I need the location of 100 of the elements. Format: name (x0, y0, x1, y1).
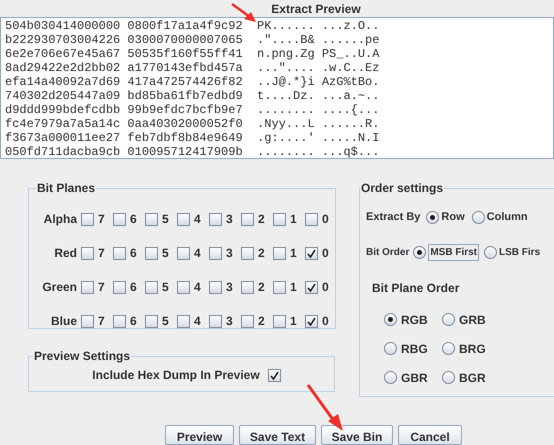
checkbox[interactable] (81, 280, 94, 294)
checkbox[interactable] (273, 280, 286, 294)
checkbox[interactable] (145, 212, 158, 226)
checkbox[interactable] (177, 314, 190, 328)
checkbox-label: 6 (130, 279, 137, 296)
checkbox-label: 6 (130, 211, 137, 228)
checkbox-label: 0 (322, 211, 329, 228)
checkbox-label: 2 (258, 313, 265, 330)
radio-button[interactable] (484, 246, 498, 258)
radio-button[interactable] (472, 210, 485, 224)
checkbox-label: 0 (322, 245, 329, 262)
panel-title: Preview Settings (33, 348, 132, 365)
checkbox-label: 7 (98, 245, 105, 262)
checkbox-label: 3 (226, 211, 233, 228)
radio-label: LSB Firs (499, 246, 540, 260)
checkbox[interactable] (273, 212, 286, 226)
radio-label: BRG (459, 340, 486, 358)
checkbox[interactable] (305, 212, 318, 226)
checkbox[interactable] (305, 280, 318, 294)
dialog-button[interactable]: Save Bin (321, 425, 393, 445)
checkbox-label: 7 (98, 211, 105, 228)
radio-label: RGB (401, 312, 428, 328)
preview-text-area[interactable] (0, 17, 554, 159)
checkbox[interactable] (113, 280, 126, 294)
checkbox[interactable] (177, 280, 190, 294)
section-label: Bit Plane Order (372, 280, 460, 296)
radio-button[interactable] (384, 371, 397, 384)
checkbox[interactable] (209, 280, 222, 294)
checkbox[interactable] (241, 212, 254, 226)
radio-button[interactable] (384, 313, 397, 326)
checkbox-label: 4 (194, 211, 201, 228)
text-line: b222930703004226 0300070000007065 ."....B& ......pe (5, 33, 380, 47)
checkbox[interactable] (273, 246, 286, 260)
radio-label: RBG (401, 340, 428, 358)
text-line: 8ad29422e2d2bb02 a1770143efbd457a ...".... .w.C..Ez (5, 61, 380, 75)
checkbox-label: 1 (290, 245, 297, 262)
text-line: 050fd711dacba9cb 010095712417909b ........ ...q$... (5, 145, 380, 158)
checkbox[interactable] (145, 280, 158, 294)
checkbox[interactable] (209, 314, 222, 328)
checkbox-label: 1 (290, 313, 297, 330)
checkbox[interactable] (209, 212, 222, 226)
checkbox[interactable] (113, 212, 126, 226)
checkbox[interactable] (177, 212, 190, 226)
text-line: 504b030414000000 0800f17a1a4f9c92 PK...... ...z.O.. (5, 19, 380, 33)
radio-label: Row (441, 210, 465, 225)
panel-title: Order settings (360, 180, 444, 197)
checkbox[interactable] (81, 246, 94, 260)
dialog-button[interactable]: Save Text (239, 425, 316, 445)
checkbox-label: 3 (226, 279, 233, 296)
checkbox[interactable] (113, 314, 126, 328)
checkbox[interactable] (81, 212, 94, 226)
checkbox-label: 5 (162, 211, 169, 228)
checkbox-label: 6 (130, 245, 137, 262)
text-line: d9ddd999bdefcdbb 99b9efdc7bcfb9e7 ........ ....{... (5, 103, 380, 117)
dialog-button[interactable]: Cancel (398, 425, 462, 445)
checkbox-label: 7 (98, 313, 105, 330)
checkbox[interactable] (145, 314, 158, 328)
checkbox[interactable] (305, 314, 318, 328)
radio-button[interactable] (384, 342, 397, 355)
checkbox-label: 2 (258, 245, 265, 262)
field-label: Extract By (366, 210, 420, 225)
checkbox[interactable] (145, 246, 158, 260)
checkbox[interactable] (177, 246, 190, 260)
text-line: f3673a000011ee27 feb7dbf8b84e9649 .g:....' .....N.I (5, 131, 380, 145)
checkbox-label: 3 (226, 245, 233, 262)
checkbox[interactable] (268, 368, 281, 382)
radio-button[interactable] (442, 371, 455, 384)
checkbox-label: 5 (162, 245, 169, 262)
checkbox-label: 0 (322, 279, 329, 296)
dialog-button[interactable]: Preview (165, 425, 234, 445)
checkbox-label: 0 (322, 313, 329, 330)
channel-label: Alpha (42, 211, 77, 228)
window-title: Extract Preview (271, 0, 361, 18)
field-label: Bit Order (366, 246, 410, 260)
checkbox-label: 6 (130, 313, 137, 330)
checkbox[interactable] (113, 246, 126, 260)
checkbox[interactable] (81, 314, 94, 328)
text-line: fc4e7979a7a5a14c 0aa40302000052f0 .Nyy...L ......R. (5, 117, 380, 131)
checkbox-label: 4 (194, 245, 201, 262)
radio-button[interactable] (426, 210, 440, 224)
checkbox[interactable] (273, 314, 286, 328)
radio-button[interactable] (442, 342, 455, 355)
panel-title: Bit Planes (36, 180, 96, 197)
checkbox-label: 5 (162, 313, 169, 330)
channel-label: Green (41, 279, 77, 296)
channel-label: Red (53, 245, 77, 262)
annotation-arrow (306, 383, 346, 433)
radio-label: MSB First (428, 244, 480, 260)
checkbox-label: 2 (258, 279, 265, 296)
checkbox[interactable] (241, 280, 254, 294)
checkbox-label: 1 (290, 211, 297, 228)
checkbox[interactable] (209, 246, 222, 260)
radio-button[interactable] (413, 246, 426, 258)
checkbox[interactable] (305, 246, 318, 260)
radio-button[interactable] (442, 313, 455, 326)
checkbox-label: 2 (258, 211, 265, 228)
checkbox[interactable] (241, 314, 254, 328)
checkbox[interactable] (241, 246, 254, 260)
radio-label: GBR (401, 370, 428, 386)
checkbox-label: 4 (194, 313, 201, 330)
